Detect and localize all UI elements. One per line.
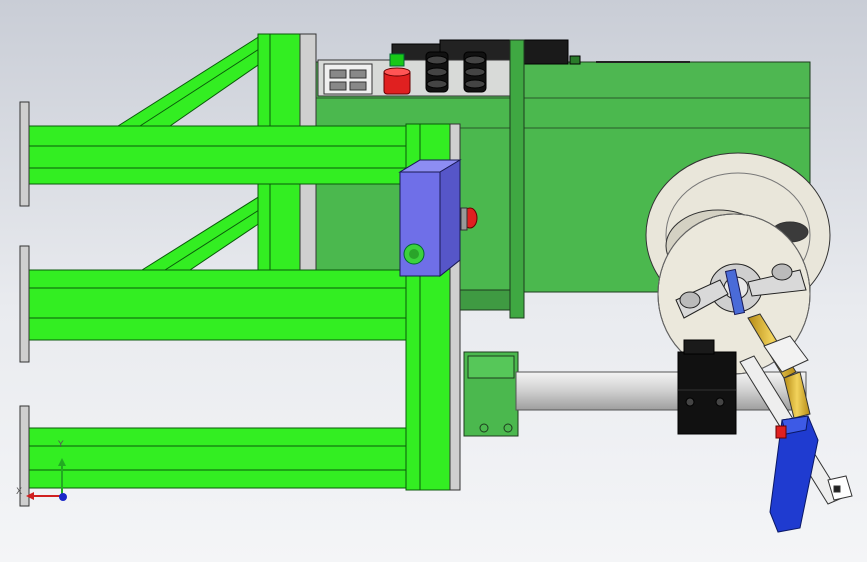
tube-clamp [677,339,737,435]
wire-spool [645,152,831,375]
tube-mount [463,351,519,437]
cad-viewport[interactable]: X Y [0,0,867,562]
mounting-plate [509,39,525,319]
welding-machine-model [19,33,853,533]
axis-y-label: Y [58,440,64,450]
axis-x-label: X [16,487,23,497]
torch-handle [769,415,819,533]
switch-block [323,63,373,95]
